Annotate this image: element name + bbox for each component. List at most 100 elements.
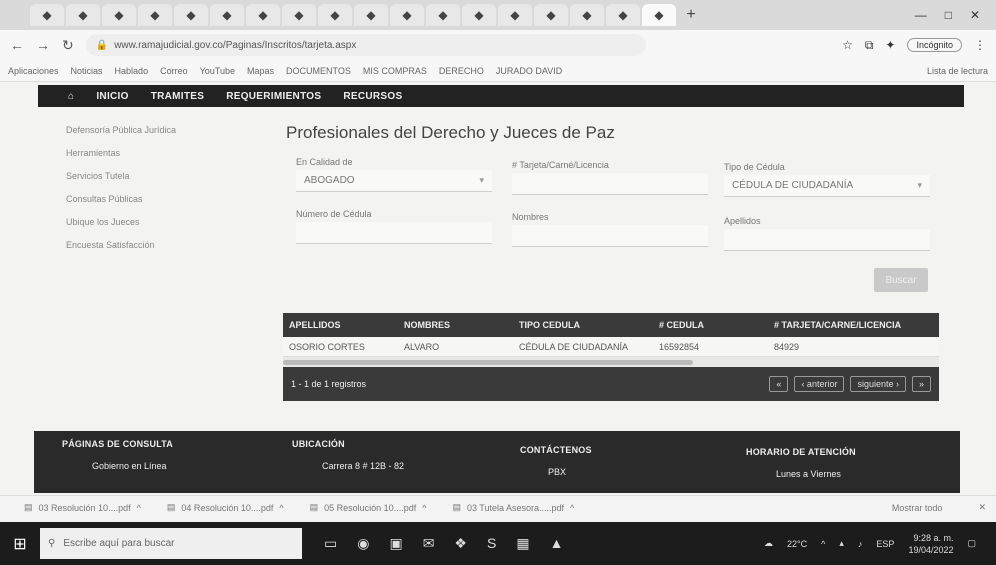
footer-link-gobierno[interactable]: Gobierno en Línea bbox=[62, 461, 173, 471]
notifications-icon[interactable]: ▢ bbox=[967, 538, 976, 549]
skype-icon[interactable]: S bbox=[487, 535, 496, 552]
back-icon[interactable]: ← bbox=[10, 37, 24, 53]
header-apellidos[interactable]: APELLIDOS bbox=[283, 320, 398, 330]
close-icon[interactable]: ✕ bbox=[970, 8, 980, 22]
minimize-icon[interactable]: — bbox=[915, 8, 927, 22]
header-tipo-cedula[interactable]: TIPO CEDULA bbox=[513, 320, 653, 330]
apellidos-input[interactable] bbox=[724, 229, 930, 251]
sidebar-item[interactable]: Herramientas bbox=[66, 145, 216, 168]
forward-icon[interactable]: → bbox=[36, 37, 50, 53]
next-page-button[interactable]: siguiente › bbox=[850, 376, 906, 392]
bookmark-item[interactable]: YouTube bbox=[200, 66, 235, 76]
bookmark-item[interactable]: DERECHO bbox=[439, 66, 484, 76]
puzzle-icon[interactable]: ✦ bbox=[885, 38, 895, 52]
chevron-up-icon[interactable]: ^ bbox=[279, 503, 283, 513]
last-page-button[interactable]: » bbox=[911, 376, 931, 392]
browser-tab[interactable]: ◆ bbox=[30, 4, 64, 26]
header-cedula[interactable]: # CEDULA bbox=[653, 320, 768, 330]
browser-tab[interactable]: ◆ bbox=[174, 4, 208, 26]
reload-icon[interactable]: ↻ bbox=[62, 37, 74, 54]
nav-item-inicio[interactable]: INICIO bbox=[96, 91, 128, 102]
bookmark-item[interactable]: Aplicaciones bbox=[8, 66, 59, 76]
browser-tab[interactable]: ◆ bbox=[606, 4, 640, 26]
browser-tab[interactable]: ◆ bbox=[426, 4, 460, 26]
extensions-icon[interactable]: ⧉ bbox=[865, 38, 874, 53]
search-button[interactable]: Buscar bbox=[874, 268, 928, 292]
sidebar-item[interactable]: Consultas Públicas bbox=[66, 191, 216, 214]
sidebar-item[interactable]: Encuesta Satisfacción bbox=[66, 237, 216, 260]
bookmark-item[interactable]: Noticias bbox=[71, 66, 103, 76]
store-icon[interactable]: ▦ bbox=[516, 535, 529, 552]
taskbar-clock[interactable]: 9:28 a. m. 19/04/2022 bbox=[908, 532, 953, 556]
download-item[interactable]: ▤ 04 Resolución 10....pdf ^ bbox=[167, 502, 284, 513]
calidad-select[interactable]: ABOGADO ▾ bbox=[296, 170, 492, 192]
download-item[interactable]: ▤ 03 Resolución 10....pdf ^ bbox=[24, 502, 141, 513]
sidebar-item[interactable]: Defensoría Pública Jurídica bbox=[66, 122, 216, 145]
browser-tab[interactable]: ◆ bbox=[138, 4, 172, 26]
browser-tab[interactable]: ◆ bbox=[570, 4, 604, 26]
profile-button[interactable]: Incógnito bbox=[907, 38, 962, 52]
nombres-input[interactable] bbox=[512, 225, 708, 247]
header-tarjeta[interactable]: # TARJETA/CARNE/LICENCIA bbox=[768, 320, 939, 330]
chrome-icon[interactable]: ◉ bbox=[357, 535, 369, 552]
maximize-icon[interactable]: □ bbox=[945, 8, 952, 22]
browser-tab[interactable]: ◆ bbox=[66, 4, 100, 26]
word-icon[interactable]: ▣ bbox=[389, 535, 402, 552]
network-icon[interactable]: ▴ bbox=[839, 538, 844, 549]
task-view-icon[interactable]: ▭ bbox=[324, 535, 337, 552]
close-downloads-icon[interactable]: ✕ bbox=[978, 502, 996, 513]
reading-list-button[interactable]: Lista de lectura bbox=[927, 66, 988, 76]
browser-tab[interactable]: ◆ bbox=[246, 4, 280, 26]
bookmark-item[interactable]: Hablado bbox=[115, 66, 149, 76]
dropbox-icon[interactable]: ❖ bbox=[454, 535, 467, 552]
mail-icon[interactable]: ✉ bbox=[423, 535, 435, 552]
bookmark-item[interactable]: Mapas bbox=[247, 66, 274, 76]
download-item[interactable]: ▤ 03 Tutela Asesora.....pdf ^ bbox=[452, 502, 574, 513]
browser-tab[interactable]: ◆ bbox=[534, 4, 568, 26]
browser-tab[interactable]: ◆ bbox=[498, 4, 532, 26]
browser-tab[interactable]: ◆ bbox=[462, 4, 496, 26]
download-item[interactable]: ▤ 05 Resolución 10....pdf ^ bbox=[310, 502, 427, 513]
browser-tab[interactable]: ◆ bbox=[318, 4, 352, 26]
taskbar-search-box[interactable]: ⚲ Escribe aquí para buscar bbox=[40, 528, 302, 559]
sidebar-item[interactable]: Servicios Tutela bbox=[66, 168, 216, 191]
menu-icon[interactable]: ⋮ bbox=[974, 38, 986, 52]
nav-item-recursos[interactable]: RECURSOS bbox=[343, 91, 402, 102]
language-indicator[interactable]: ESP bbox=[876, 539, 894, 549]
scrollbar-thumb[interactable] bbox=[283, 360, 693, 365]
star-icon[interactable]: ☆ bbox=[842, 38, 853, 52]
bookmark-item[interactable]: MIS COMPRAS bbox=[363, 66, 427, 76]
sidebar-item[interactable]: Ubique los Jueces bbox=[66, 214, 216, 237]
tipo-cedula-select[interactable]: CÉDULA DE CIUDADANÍA ▾ bbox=[724, 175, 930, 197]
browser-tab[interactable]: ◆ bbox=[102, 4, 136, 26]
home-icon[interactable]: ⌂ bbox=[68, 91, 74, 102]
cedula-input[interactable] bbox=[296, 222, 492, 244]
bookmark-item[interactable]: DOCUMENTOS bbox=[286, 66, 351, 76]
browser-tab[interactable]: ◆ bbox=[390, 4, 424, 26]
nav-item-tramites[interactable]: TRAMITES bbox=[151, 91, 205, 102]
windows-start-icon[interactable]: ⊞ bbox=[0, 534, 40, 554]
photos-icon[interactable]: ▲ bbox=[550, 535, 564, 552]
previous-page-button[interactable]: ‹ anterior bbox=[794, 376, 845, 392]
chevron-up-icon[interactable]: ^ bbox=[137, 503, 141, 513]
url-field[interactable]: 🔒 www.ramajudicial.gov.co/Paginas/Inscri… bbox=[85, 34, 646, 56]
table-row[interactable]: OSORIO CORTES ALVARO CÉDULA DE CIUDADANÍ… bbox=[283, 337, 939, 357]
chevron-up-icon[interactable]: ^ bbox=[821, 539, 825, 549]
volume-icon[interactable]: ♪ bbox=[858, 539, 863, 549]
tarjeta-input[interactable] bbox=[512, 173, 708, 195]
weather-icon[interactable]: ☁ bbox=[764, 538, 773, 549]
browser-tab[interactable]: ◆ bbox=[282, 4, 316, 26]
browser-tab[interactable]: ◆ bbox=[354, 4, 388, 26]
chevron-up-icon[interactable]: ^ bbox=[422, 503, 426, 513]
bookmark-item[interactable]: Correo bbox=[160, 66, 188, 76]
header-nombres[interactable]: NOMBRES bbox=[398, 320, 513, 330]
browser-tab-active[interactable]: ◆ bbox=[642, 4, 676, 26]
new-tab-icon[interactable]: + bbox=[678, 6, 704, 24]
bookmark-item[interactable]: JURADO DAVID bbox=[496, 66, 562, 76]
chevron-up-icon[interactable]: ^ bbox=[570, 503, 574, 513]
first-page-button[interactable]: « bbox=[769, 376, 789, 392]
horizontal-scrollbar[interactable] bbox=[283, 357, 939, 367]
show-all-downloads-button[interactable]: Mostrar todo bbox=[892, 503, 953, 513]
browser-tab[interactable]: ◆ bbox=[210, 4, 244, 26]
nav-item-requerimientos[interactable]: REQUERIMIENTOS bbox=[226, 91, 321, 102]
